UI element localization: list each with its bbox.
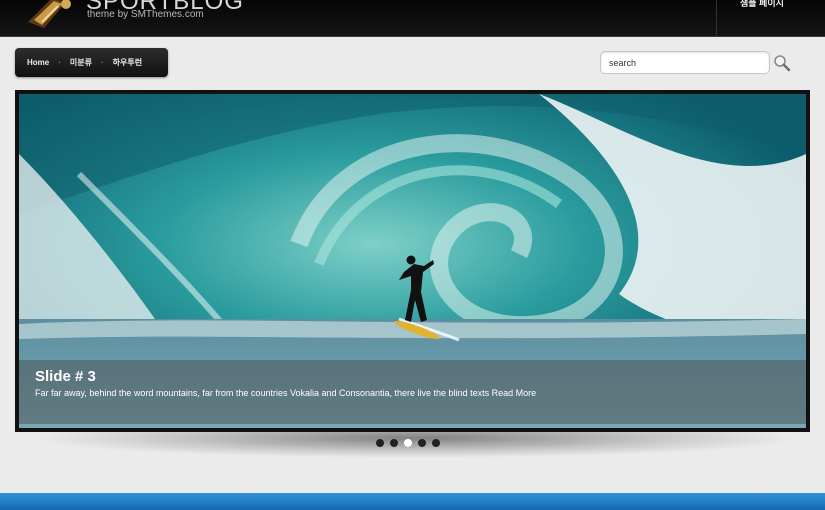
- logo-icon[interactable]: [22, 0, 80, 32]
- search-icon[interactable]: [773, 54, 791, 72]
- slider-dot-3[interactable]: [404, 439, 412, 447]
- nav-item-uncategorized[interactable]: 미분류: [70, 57, 92, 68]
- slide-text: Far far away, behind the word mountains,…: [35, 388, 536, 398]
- nav-item-home[interactable]: Home: [27, 58, 49, 67]
- site-subtitle: theme by SMThemes.com: [87, 9, 204, 20]
- blue-content-band: [0, 493, 825, 510]
- slider-pagination: [376, 439, 440, 447]
- nav-separator: ·: [58, 58, 61, 67]
- site-header: SPORTBLOG theme by SMThemes.com 샘플 페이지: [0, 0, 825, 37]
- slider-dot-1[interactable]: [376, 439, 384, 447]
- slider-dot-2[interactable]: [390, 439, 398, 447]
- slider-dot-4[interactable]: [418, 439, 426, 447]
- header-page-link[interactable]: 샘플 페이지: [740, 0, 784, 9]
- read-more-link[interactable]: Read More: [492, 388, 537, 398]
- slide-title: Slide # 3: [35, 368, 96, 385]
- slider-dot-5[interactable]: [432, 439, 440, 447]
- search-input[interactable]: [600, 51, 770, 74]
- nav-separator: ·: [101, 58, 104, 67]
- nav-item-howto[interactable]: 하우투런: [113, 57, 142, 68]
- slide-description: Far far away, behind the word mountains,…: [35, 388, 490, 398]
- main-nav: Home · 미분류 · 하우투런: [15, 48, 168, 77]
- header-divider: [716, 0, 717, 37]
- image-slider[interactable]: Slide # 3 Far far away, behind the word …: [15, 90, 810, 432]
- slide-caption: Slide # 3 Far far away, behind the word …: [19, 360, 806, 424]
